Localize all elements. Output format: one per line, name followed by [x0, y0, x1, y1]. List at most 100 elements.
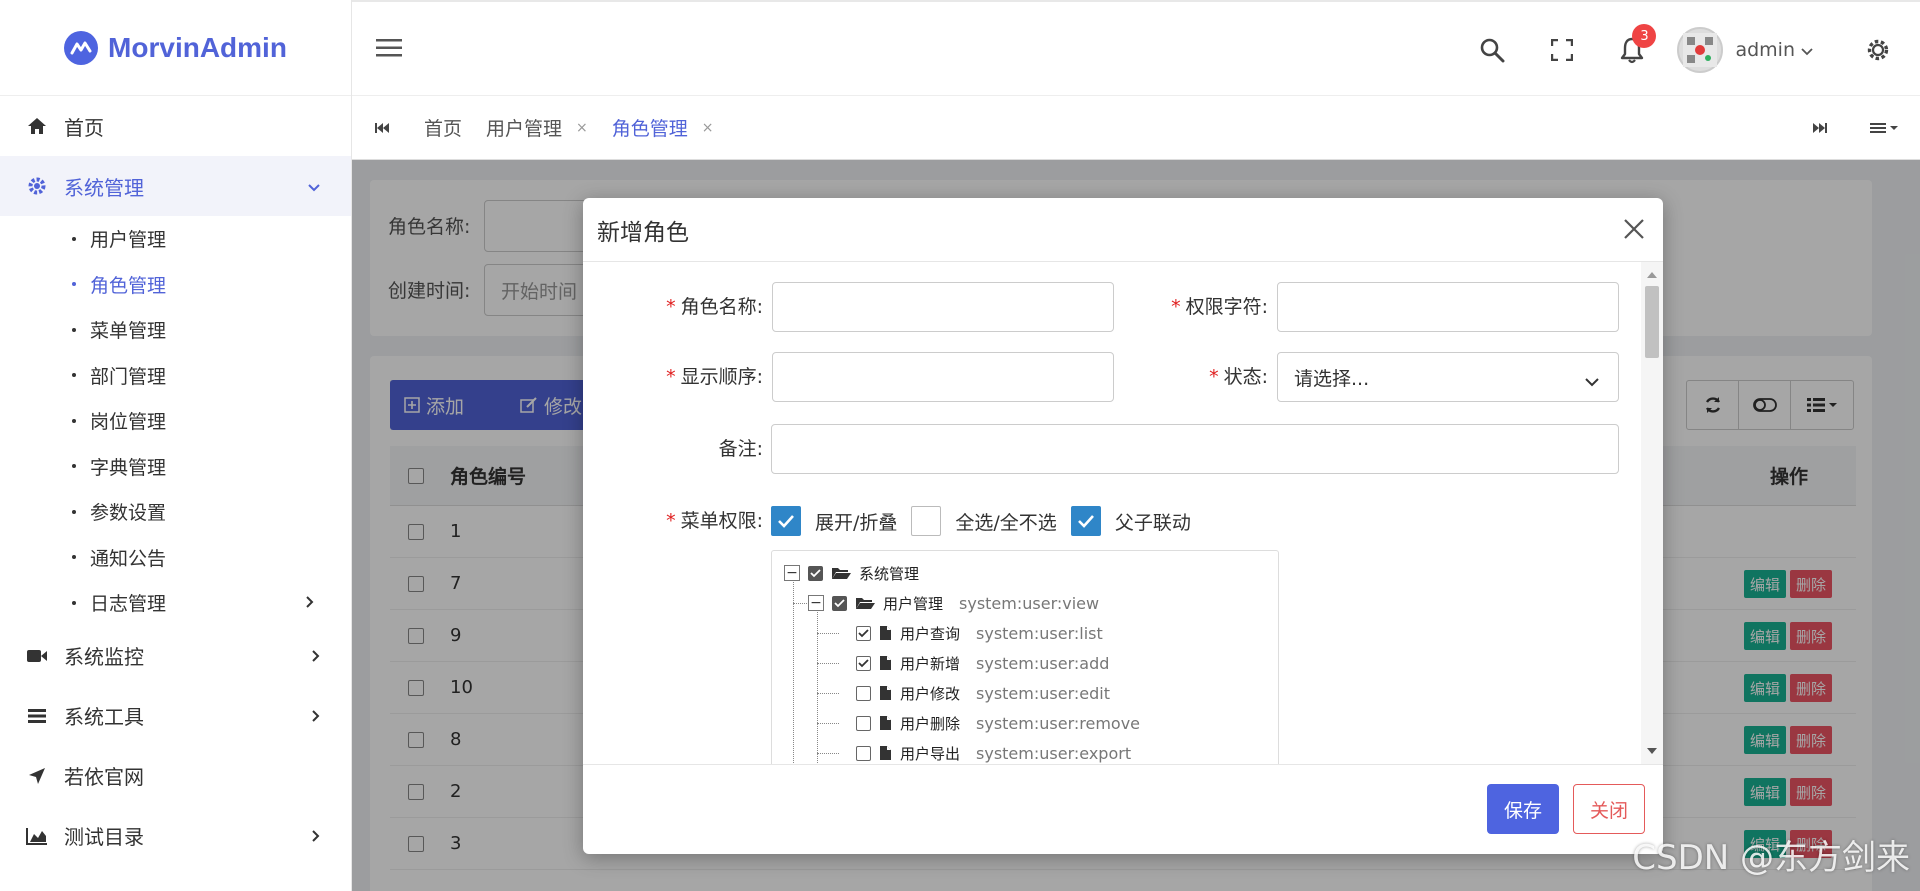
sidebar-subitem-role[interactable]: 角色管理 [0, 262, 351, 308]
tree-node-label: 用户新增 [900, 654, 961, 673]
tree-node-user-edit[interactable]: 用户修改 system:user:edit [856, 681, 1110, 705]
avatar[interactable] [1677, 27, 1724, 73]
tree-checkbox[interactable] [808, 565, 823, 581]
role-name-label: * 角色名称: [666, 296, 763, 318]
tree-node-system[interactable]: − 系统管理 [784, 561, 919, 585]
save-button[interactable]: 保存 [1487, 784, 1559, 834]
tree-node-perm: system:user:add [976, 653, 1110, 673]
settings-gear-icon[interactable] [1858, 30, 1898, 70]
tab-close-icon[interactable]: × [702, 120, 714, 136]
tree-node-perm: system:user:view [959, 593, 1100, 613]
tab-bar: 首页 用户管理 × 角色管理 × [352, 96, 1920, 160]
remark-input[interactable] [771, 424, 1619, 474]
chevron-down-icon [307, 174, 321, 198]
expand-collapse-checkbox[interactable] [771, 506, 801, 536]
tab-options-menu-icon[interactable] [1850, 121, 1920, 135]
add-role-dialog: 新增角色 * 角色名称: * 权限字符: * 显示顺序: * 状态: 请选择... 备注… [583, 198, 1663, 854]
sidebar-item-system[interactable]: 系统管理 [0, 156, 351, 216]
app-name: MorvinAdmin [108, 31, 287, 63]
sidebar-item-website[interactable]: 若依官网 [0, 746, 351, 806]
collapse-toggle-icon[interactable]: − [784, 565, 800, 581]
list-icon [26, 705, 48, 727]
app-page: MorvinAdmin 首页 系统管理 用户管理 角色管理 菜单管理 部门管理 … [0, 0, 1920, 891]
folder-open-icon [855, 596, 875, 610]
close-icon[interactable] [1619, 214, 1649, 244]
status-select[interactable]: 请选择... [1277, 352, 1619, 402]
file-icon [879, 745, 892, 761]
sidebar-subitem-post[interactable]: 岗位管理 [0, 398, 351, 444]
tree-node-perm: system:user:edit [976, 683, 1110, 703]
sidebar-item-test[interactable]: 测试目录 [0, 806, 351, 866]
dialog-title: 新增角色 [597, 219, 689, 246]
parent-child-linkage-checkbox[interactable] [1070, 506, 1101, 536]
sidebar-item-tools[interactable]: 系统工具 [0, 686, 351, 746]
watermark: CSDN @东方剑来 [1632, 838, 1910, 878]
dialog-header: 新增角色 [583, 198, 1663, 262]
notification-badge: 3 [1632, 24, 1657, 48]
perm-key-input[interactable] [1277, 282, 1619, 332]
fullscreen-icon[interactable] [1542, 30, 1582, 70]
scroll-down-arrow-icon[interactable] [1647, 748, 1657, 754]
user-name[interactable]: admin [1735, 39, 1795, 61]
tree-node-label: 系统管理 [859, 564, 920, 583]
hamburger-menu-icon[interactable] [376, 38, 402, 63]
sidebar-item-monitor[interactable]: 系统监控 [0, 626, 351, 686]
sidebar-subitem-notice[interactable]: 通知公告 [0, 535, 351, 581]
role-name-input[interactable] [772, 282, 1114, 332]
tree-node-label: 用户删除 [900, 714, 961, 733]
tree-node-user-management[interactable]: − 用户管理 system:user:view [808, 591, 1099, 615]
close-button[interactable]: 关闭 [1573, 784, 1645, 834]
tab-scroll-right-icon[interactable] [1790, 122, 1850, 134]
tab-role-management[interactable]: 角色管理 × [600, 96, 726, 160]
chevron-right-icon [311, 704, 321, 728]
tree-connector [817, 663, 839, 664]
tree-checkbox[interactable] [856, 655, 871, 671]
header-actions: 3 admin [1457, 2, 1920, 98]
dialog-scrollbar[interactable] [1641, 262, 1663, 764]
top-header: 3 admin [352, 0, 1920, 96]
scroll-thumb[interactable] [1645, 286, 1659, 358]
sidebar-item-home[interactable]: 首页 [0, 96, 351, 156]
tree-checkbox[interactable] [832, 595, 847, 611]
tree-node-user-add[interactable]: 用户新增 system:user:add [856, 651, 1109, 675]
tab-user-management[interactable]: 用户管理 × [474, 96, 600, 160]
chevron-down-icon [1584, 371, 1600, 393]
dialog-footer: 保存 关闭 [583, 764, 1663, 854]
tree-node-user-remove[interactable]: 用户删除 system:user:remove [856, 711, 1140, 735]
order-input[interactable] [772, 352, 1114, 402]
tree-checkbox[interactable] [856, 625, 871, 641]
video-icon [26, 645, 48, 667]
sidebar-subitem-config[interactable]: 参数设置 [0, 489, 351, 535]
sidebar-subitem-user[interactable]: 用户管理 [0, 216, 351, 262]
sidebar-subitem-menu[interactable]: 菜单管理 [0, 307, 351, 353]
logo-icon [64, 30, 99, 65]
order-label: * 显示顺序: [666, 366, 763, 388]
sidebar-subitem-dept[interactable]: 部门管理 [0, 353, 351, 399]
tree-checkbox[interactable] [856, 715, 871, 731]
tree-node-perm: system:user:list [976, 623, 1103, 643]
sidebar-item-label: 首页 [64, 115, 104, 140]
tree-node-user-export[interactable]: 用户导出 system:user:export [856, 741, 1131, 764]
chevron-down-icon[interactable] [1801, 40, 1813, 61]
status-label: * 状态: [1209, 366, 1268, 388]
tree-checkbox[interactable] [856, 685, 871, 701]
sidebar-subitem-log[interactable]: 日志管理 [0, 580, 351, 626]
collapse-toggle-icon[interactable]: − [808, 595, 824, 611]
area-chart-icon [26, 825, 48, 847]
select-all-label: 全选/全不选 [955, 511, 1057, 534]
bell-icon[interactable]: 3 [1612, 24, 1657, 70]
tree-node-user-query[interactable]: 用户查询 system:user:list [856, 621, 1103, 645]
select-all-checkbox[interactable] [911, 506, 942, 536]
tree-checkbox[interactable] [856, 745, 871, 761]
tab-home[interactable]: 首页 [412, 96, 474, 160]
sidebar-subitem-dict[interactable]: 字典管理 [0, 444, 351, 490]
sidebar-item-label: 若依官网 [64, 765, 144, 789]
home-icon [26, 115, 48, 137]
logo[interactable]: MorvinAdmin [0, 0, 351, 96]
scroll-up-arrow-icon[interactable] [1647, 272, 1657, 278]
chevron-right-icon [311, 644, 321, 668]
search-icon[interactable] [1472, 30, 1512, 70]
tab-close-icon[interactable]: × [576, 120, 588, 136]
tree-options: 展开/折叠 全选/全不选 父子联动 [771, 506, 1205, 536]
tab-scroll-left-icon[interactable] [352, 122, 412, 134]
